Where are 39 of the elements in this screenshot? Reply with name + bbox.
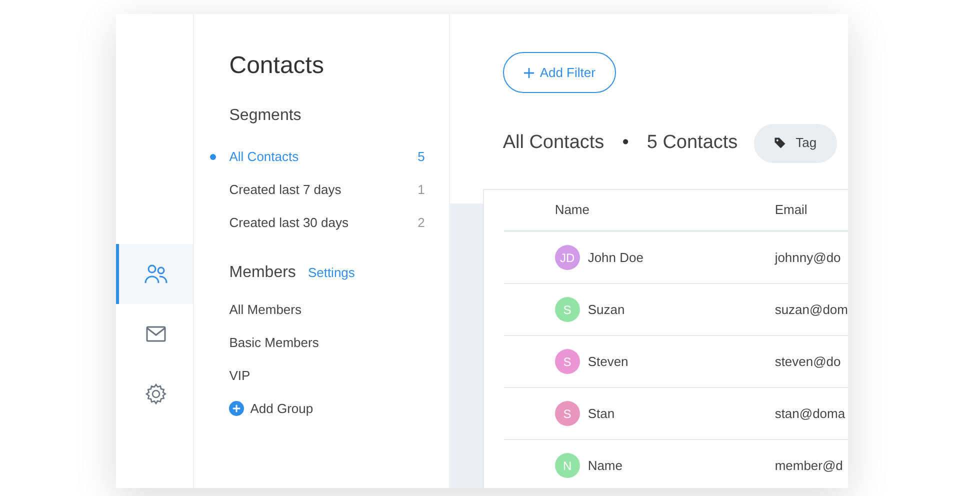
avatar: S [554,297,580,322]
table-cell-text: suzan@dom [774,300,848,319]
segment-count: 5 [418,148,425,166]
avatar: N [554,453,580,478]
member-group-item[interactable]: All Members [229,293,425,326]
table-cell-text: Stan [588,404,616,423]
avatar: S [554,349,580,374]
section-heading: Members [229,263,296,283]
rail-tab[interactable] [116,244,194,304]
separator-dot: • [622,130,629,155]
table-cell-text: stan@doma [774,404,846,423]
column-header: Name [554,201,590,220]
plus-icon [524,68,534,78]
contact-count: 5 Contacts [646,130,738,155]
settings-icon [144,382,168,406]
segment-item[interactable]: Created last 7 days 1 [229,173,425,206]
table-cell-text: John Doe [588,248,644,267]
table-cell-text: Steven [588,352,630,371]
avatar: S [554,401,580,426]
plus-icon [229,401,244,416]
segment-count: 1 [418,180,425,199]
table-cell-text: Suzan [588,300,626,319]
member-group-item[interactable]: Basic Members [229,326,425,359]
table-cell-text: steven@do [774,352,841,371]
table-cell-text: johnny@do [774,248,841,267]
segment-count: 2 [418,214,425,232]
table-cell-text: Name [588,456,624,475]
tag-button[interactable]: Tag [754,124,837,162]
section-heading: Segments [229,106,302,126]
tag-icon [774,137,786,149]
panel-title: Contacts [229,51,325,81]
column-header: Email [774,201,808,220]
segment-item[interactable]: Created last 30 days 2 [229,206,425,239]
list-title: All Contacts [502,130,604,155]
member-group-item[interactable]: VIP [229,359,425,392]
avatar: JD [554,245,580,270]
add-group-button[interactable]: Add Group [229,392,425,425]
table-cell-text: member@d [774,456,843,475]
people-icon [144,262,168,286]
